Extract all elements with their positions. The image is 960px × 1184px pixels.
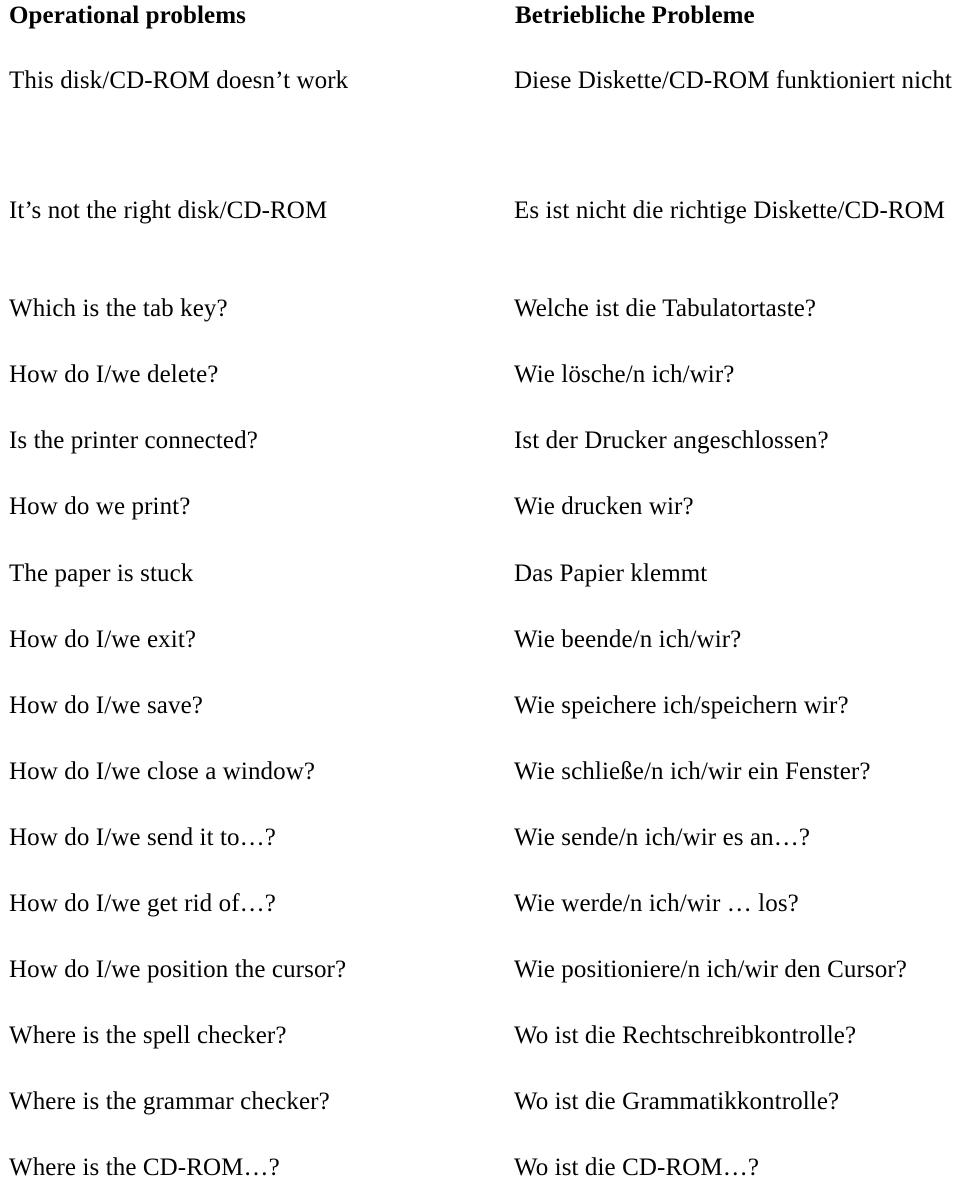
phrase-english: It’s not the right disk/CD-ROM [9, 197, 328, 224]
phrase-english: How do I/we close a window? [9, 758, 316, 785]
phrase-english: The paper is stuck [9, 560, 194, 587]
phrase-german: Wie werde/n ich/wir … los? [514, 890, 799, 917]
phrase-german: Wie schließe/n ich/wir ein Fenster? [514, 758, 871, 785]
phrase-english: How do we print? [9, 493, 191, 520]
phrase-german: Diese Diskette/CD-ROM funktioniert nicht [514, 67, 952, 94]
phrase-english: Where is the CD-ROM…? [9, 1154, 280, 1181]
phrase-german: Wie drucken wir? [514, 493, 694, 520]
phrase-english: This disk/CD-ROM doesn’t work [9, 67, 349, 94]
phrase-german: Es ist nicht die richtige Diskette/CD-RO… [514, 197, 946, 224]
phrase-german: Wo ist die CD-ROM…? [514, 1154, 760, 1181]
heading-english: Operational problems [9, 2, 246, 29]
phrase-english: How do I/we delete? [9, 361, 219, 388]
phrase-english: How do I/we exit? [9, 626, 197, 653]
phrase-german: Wo ist die Grammatikkontrolle? [514, 1088, 840, 1115]
phrase-german: Wie positioniere/n ich/wir den Cursor? [514, 956, 907, 983]
phrase-english: Is the printer connected? [9, 427, 258, 454]
phrase-german: Das Papier klemmt [514, 560, 708, 587]
phrase-german: Wie lösche/n ich/wir? [514, 361, 735, 388]
phrase-english: How do I/we save? [9, 692, 203, 719]
phrase-english: How do I/we position the cursor? [9, 956, 347, 983]
phrase-german: Wie beende/n ich/wir? [514, 626, 742, 653]
heading-german: Betriebliche Probleme [515, 2, 755, 29]
glossary-page: Operational problems Betriebliche Proble… [0, 0, 960, 1181]
phrase-english: Where is the spell checker? [9, 1022, 287, 1049]
phrase-german: Wie speichere ich/speichern wir? [514, 692, 849, 719]
phrase-english: Where is the grammar checker? [9, 1088, 330, 1115]
phrase-german: Welche ist die Tabulatortaste? [514, 295, 817, 322]
phrase-english: How do I/we get rid of…? [9, 890, 276, 917]
phrase-english: Which is the tab key? [9, 295, 228, 322]
phrase-german: Wo ist die Rechtschreibkontrolle? [514, 1022, 857, 1049]
phrase-english: How do I/we send it to…? [9, 824, 276, 851]
phrase-german: Ist der Drucker angeschlossen? [514, 427, 829, 454]
phrase-german: Wie sende/n ich/wir es an…? [514, 824, 811, 851]
